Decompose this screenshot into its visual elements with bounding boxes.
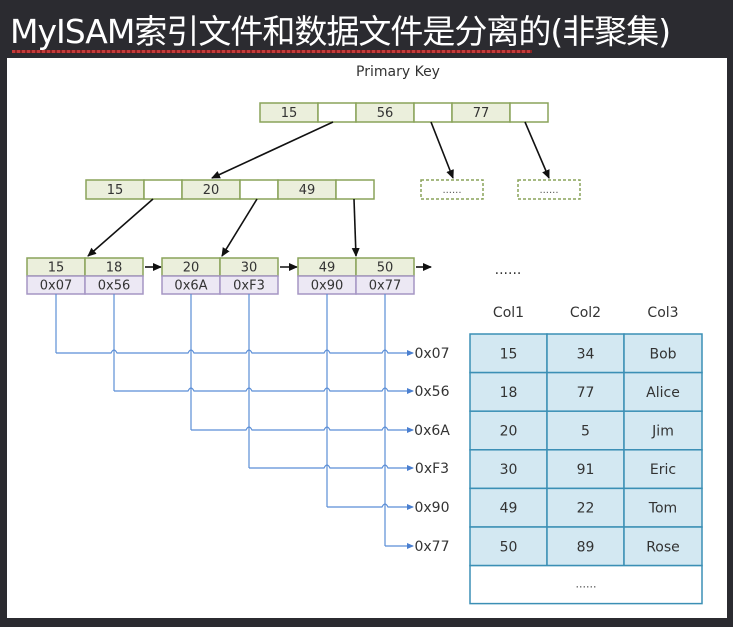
table-footer-ellipsis: ...... [576, 578, 597, 591]
table-cell-value: 34 [577, 346, 595, 362]
table-cell-value: Alice [646, 385, 680, 401]
internal-node-pointer-cell [239, 179, 279, 200]
table-cell-value: Rose [646, 539, 680, 555]
address-link-path [249, 464, 414, 471]
leaf-pointer-label: 0x6A [174, 279, 207, 294]
internal-node-key-label: 49 [299, 183, 316, 198]
placeholder-node-label: ...... [539, 185, 558, 196]
root-node-key-label: 56 [377, 106, 394, 121]
table-cell-value: 22 [577, 501, 595, 517]
address-label: 0x77 [414, 539, 449, 555]
table-cell-value: Bob [649, 346, 676, 362]
leaf-ellipsis: ...... [495, 262, 522, 278]
leaf-key-label: 18 [106, 261, 123, 276]
table-column-header: Col2 [570, 305, 601, 321]
internal-node-key-label: 20 [203, 183, 220, 198]
leaf-key-label: 15 [48, 261, 65, 276]
placeholder-node-label: ...... [442, 185, 461, 196]
table-cell-value: 91 [577, 462, 595, 478]
address-link-path [191, 426, 414, 433]
address-label: 0x6A [414, 423, 450, 439]
address-label: 0x90 [414, 500, 449, 516]
primary-key-label: Primary Key [356, 64, 440, 80]
root-to-placeholder-arrow [524, 121, 550, 179]
table-cell-value: 30 [500, 462, 518, 478]
table-cell-value: 15 [500, 346, 518, 362]
table-cell-value: Tom [648, 501, 677, 517]
spellcheck-underline [12, 50, 532, 53]
slide-title: MyISAM索引文件和数据文件是分离的(非聚集) [10, 12, 671, 51]
root-node-key-label: 15 [281, 106, 298, 121]
leaf-pointer-label: 0x07 [40, 279, 73, 294]
internal-to-leaf-arrow [351, 198, 360, 257]
leaf-pointer-label: 0x56 [98, 279, 131, 294]
address-link-path [114, 387, 414, 394]
btree-diagram: Primary Key 15 56 77 15 20 49...... ...... 15 0x0… [26, 64, 703, 605]
leaf-key-label: 30 [241, 261, 258, 276]
leaf-pointer-label: 0xF3 [233, 279, 265, 294]
address-label: 0x56 [414, 384, 449, 400]
address-link-path [56, 349, 414, 356]
internal-node-pointer-cell [335, 179, 375, 200]
table-cell-value: 50 [500, 539, 518, 555]
table-cell-value: 20 [500, 424, 518, 440]
table-cell-value: 18 [500, 385, 518, 401]
root-node-key-label: 77 [473, 106, 490, 121]
internal-node-key-label: 15 [107, 183, 124, 198]
internal-to-leaf-arrow [221, 198, 258, 257]
leaf-pointer-label: 0x77 [369, 279, 402, 294]
leaf-key-label: 20 [183, 261, 200, 276]
table-cell-value: 5 [581, 424, 590, 440]
root-to-placeholder-arrow [430, 121, 454, 179]
address-label: 0x07 [414, 346, 449, 362]
root-node-pointer-cell [317, 102, 357, 123]
table-cell-value: 89 [577, 539, 595, 555]
root-to-internal-arrow [211, 121, 334, 179]
address-label: 0xF3 [415, 461, 449, 477]
root-node-pointer-cell [413, 102, 453, 123]
leaf-pointer-label: 0x90 [311, 279, 344, 294]
internal-node-pointer-cell [143, 179, 183, 200]
diagram-canvas: Primary Key 15 56 77 15 20 49............ 15 0x0… [7, 58, 727, 618]
table-cell-value: 77 [577, 385, 595, 401]
internal-to-leaf-arrow [87, 198, 154, 257]
table-cell-value: 49 [500, 501, 518, 517]
leaf-key-label: 49 [319, 261, 336, 276]
table-cell-value: Jim [651, 424, 674, 440]
table-column-header: Col3 [647, 305, 678, 321]
root-node-pointer-cell [509, 102, 549, 123]
table-cell-value: Eric [650, 462, 676, 478]
table-column-header: Col1 [493, 305, 524, 321]
address-link-path [327, 503, 414, 510]
leaf-key-label: 50 [377, 261, 394, 276]
